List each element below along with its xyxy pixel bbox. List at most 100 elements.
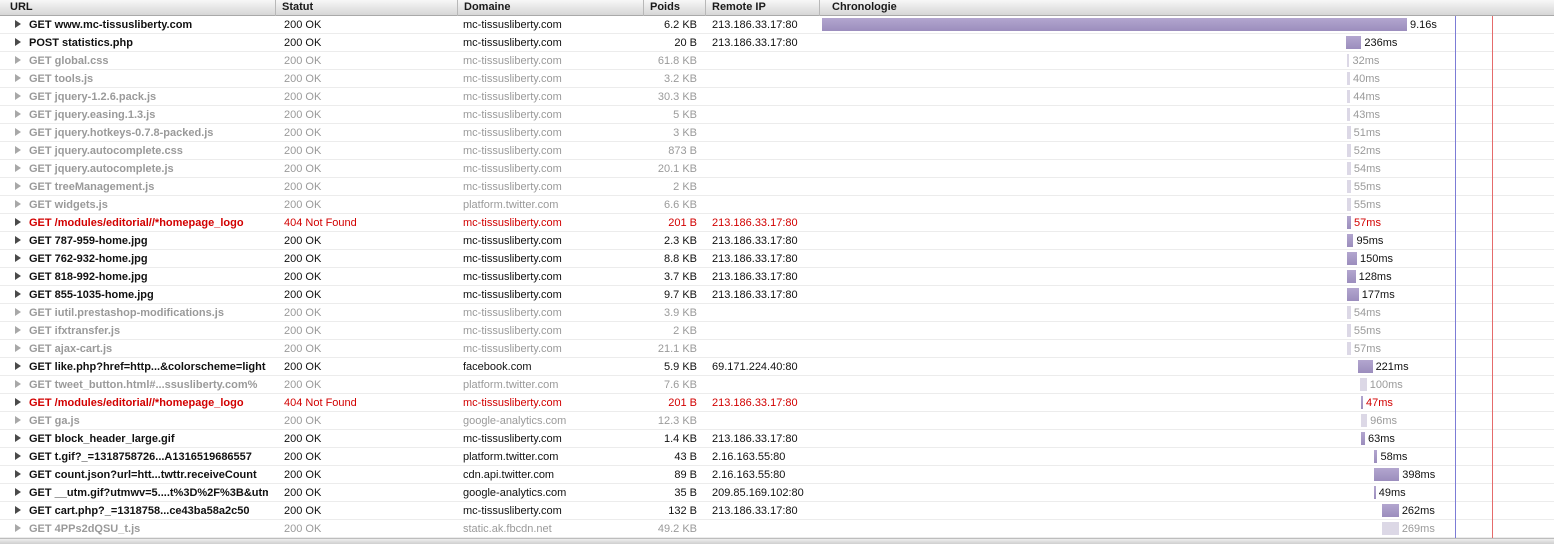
request-url[interactable]: GET 855-1035-home.jpg: [0, 286, 268, 303]
column-header-url[interactable]: URL: [0, 0, 276, 16]
request-url[interactable]: GET ga.js: [0, 412, 268, 429]
disclosure-triangle-icon[interactable]: [15, 164, 21, 172]
request-row[interactable]: GET ga.js 200 OK google-analytics.com 12.3 …: [0, 412, 1554, 430]
timeline-bar: [1347, 108, 1351, 121]
request-size: 201 B: [668, 217, 697, 229]
request-row[interactable]: GET 4PPs2dQSU_t.js 200 OK static.ak.fbcdn.…: [0, 520, 1554, 538]
request-row[interactable]: GET www.mc-tissusliberty.com 200 OK mc-tis…: [0, 16, 1554, 34]
disclosure-triangle-icon[interactable]: [15, 380, 21, 388]
request-row[interactable]: GET global.css 200 OK mc-tissusliberty.com…: [0, 52, 1554, 70]
request-row[interactable]: GET tweet_button.html#...ssusliberty.com…: [0, 376, 1554, 394]
disclosure-triangle-icon[interactable]: [15, 218, 21, 226]
disclosure-triangle-icon[interactable]: [15, 182, 21, 190]
request-url[interactable]: GET treeManagement.js: [0, 178, 268, 195]
disclosure-triangle-icon[interactable]: [15, 146, 21, 154]
request-row[interactable]: GET t.gif?_=1318758726...A1316519686557 2…: [0, 448, 1554, 466]
disclosure-triangle-icon[interactable]: [15, 38, 21, 46]
disclosure-triangle-icon[interactable]: [15, 488, 21, 496]
disclosure-triangle-icon[interactable]: [15, 308, 21, 316]
disclosure-triangle-icon[interactable]: [15, 272, 21, 280]
request-url[interactable]: GET ifxtransfer.js: [0, 322, 268, 339]
disclosure-triangle-icon[interactable]: [15, 92, 21, 100]
disclosure-triangle-icon[interactable]: [15, 110, 21, 118]
request-row[interactable]: GET iutil.prestashop-modifications.js 200…: [0, 304, 1554, 322]
column-header-size[interactable]: Poids: [644, 0, 706, 16]
column-header-status[interactable]: Statut: [276, 0, 458, 16]
request-row[interactable]: GET ajax-cart.js 200 OK mc-tissusliberty.c…: [0, 340, 1554, 358]
request-url[interactable]: GET jquery.hotkeys-0.7.8-packed.js: [0, 124, 268, 141]
request-url[interactable]: GET cart.php?_=1318758...ce43ba58a2c50: [0, 502, 268, 519]
request-url[interactable]: GET /modules/editorial//*homepage_logo: [0, 394, 268, 411]
request-url[interactable]: GET t.gif?_=1318758726...A1316519686557: [0, 448, 268, 465]
column-header-timeline[interactable]: Chronologie: [820, 0, 1554, 16]
request-url[interactable]: GET jquery.autocomplete.js: [0, 160, 268, 177]
request-row[interactable]: GET block_header_large.gif 200 OK mc-tissu…: [0, 430, 1554, 448]
bottom-scrollbar[interactable]: [0, 538, 1554, 544]
request-url[interactable]: GET 818-992-home.jpg: [0, 268, 268, 285]
request-row[interactable]: GET 855-1035-home.jpg 200 OK mc-tissuslibe…: [0, 286, 1554, 304]
disclosure-triangle-icon[interactable]: [15, 74, 21, 82]
request-row[interactable]: GET jquery-1.2.6.pack.js 200 OK mc-tissusl…: [0, 88, 1554, 106]
request-url[interactable]: GET count.json?url=htt...twttr.receiveCo…: [0, 466, 268, 483]
disclosure-triangle-icon[interactable]: [15, 434, 21, 442]
disclosure-triangle-icon[interactable]: [15, 56, 21, 64]
disclosure-triangle-icon[interactable]: [15, 236, 21, 244]
request-row[interactable]: GET jquery.hotkeys-0.7.8-packed.js 200 OK…: [0, 124, 1554, 142]
column-header-domain[interactable]: Domaine: [458, 0, 644, 16]
request-url[interactable]: GET like.php?href=http...&colorscheme=li…: [0, 358, 268, 375]
request-row[interactable]: GET widgets.js 200 OK platform.twitter.com…: [0, 196, 1554, 214]
disclosure-triangle-icon[interactable]: [15, 362, 21, 370]
request-row[interactable]: GET __utm.gif?utmwv=5....t%3D%2F%3B&utmu…: [0, 484, 1554, 502]
request-row[interactable]: GET jquery.easing.1.3.js 200 OK mc-tissusl…: [0, 106, 1554, 124]
request-url[interactable]: GET tools.js: [0, 70, 268, 87]
request-row[interactable]: GET /modules/editorial//*homepage_logo 40…: [0, 394, 1554, 412]
request-url[interactable]: GET ajax-cart.js: [0, 340, 268, 357]
disclosure-triangle-icon[interactable]: [15, 20, 21, 28]
request-row[interactable]: GET 818-992-home.jpg 200 OK mc-tissusliber…: [0, 268, 1554, 286]
request-url[interactable]: GET global.css: [0, 52, 268, 69]
request-url[interactable]: GET jquery.easing.1.3.js: [0, 106, 268, 123]
disclosure-triangle-icon[interactable]: [15, 254, 21, 262]
disclosure-triangle-icon[interactable]: [15, 470, 21, 478]
request-url[interactable]: GET jquery.autocomplete.css: [0, 142, 268, 159]
request-row[interactable]: GET jquery.autocomplete.js 200 OK mc-tissu…: [0, 160, 1554, 178]
request-row[interactable]: GET treeManagement.js 200 OK mc-tissuslibe…: [0, 178, 1554, 196]
disclosure-triangle-icon[interactable]: [15, 506, 21, 514]
disclosure-triangle-icon[interactable]: [15, 416, 21, 424]
disclosure-triangle-icon[interactable]: [15, 200, 21, 208]
column-header-remote-ip[interactable]: Remote IP: [706, 0, 820, 16]
request-row[interactable]: GET 787-959-home.jpg 200 OK mc-tissusliber…: [0, 232, 1554, 250]
request-row[interactable]: GET cart.php?_=1318758...ce43ba58a2c50 20…: [0, 502, 1554, 520]
disclosure-triangle-icon[interactable]: [15, 398, 21, 406]
disclosure-triangle-icon[interactable]: [15, 344, 21, 352]
timeline-duration: 51ms: [1353, 127, 1381, 139]
request-row[interactable]: GET like.php?href=http...&colorscheme=li…: [0, 358, 1554, 376]
request-url[interactable]: GET 787-959-home.jpg: [0, 232, 268, 249]
request-domain: mc-tissusliberty.com: [463, 91, 562, 103]
request-domain: mc-tissusliberty.com: [463, 109, 562, 121]
disclosure-triangle-icon[interactable]: [15, 524, 21, 532]
request-url[interactable]: GET www.mc-tissusliberty.com: [0, 16, 268, 33]
request-row[interactable]: GET count.json?url=htt...twttr.receiveCo…: [0, 466, 1554, 484]
request-url[interactable]: GET widgets.js: [0, 196, 268, 213]
request-row[interactable]: GET /modules/editorial//*homepage_logo 40…: [0, 214, 1554, 232]
request-row[interactable]: GET jquery.autocomplete.css 200 OK mc-tiss…: [0, 142, 1554, 160]
request-url[interactable]: POST statistics.php: [0, 34, 268, 51]
request-url[interactable]: GET 4PPs2dQSU_t.js: [0, 520, 268, 537]
disclosure-triangle-icon[interactable]: [15, 290, 21, 298]
disclosure-triangle-icon[interactable]: [15, 128, 21, 136]
request-row[interactable]: GET ifxtransfer.js 200 OK mc-tissusliberty…: [0, 322, 1554, 340]
request-url[interactable]: GET iutil.prestashop-modifications.js: [0, 304, 268, 321]
request-url[interactable]: GET __utm.gif?utmwv=5....t%3D%2F%3B&utmu: [0, 484, 268, 501]
request-url[interactable]: GET jquery-1.2.6.pack.js: [0, 88, 268, 105]
request-domain: mc-tissusliberty.com: [463, 307, 562, 319]
request-url[interactable]: GET /modules/editorial//*homepage_logo: [0, 214, 268, 231]
request-row[interactable]: GET 762-932-home.jpg 200 OK mc-tissusliber…: [0, 250, 1554, 268]
request-url[interactable]: GET block_header_large.gif: [0, 430, 268, 447]
request-url[interactable]: GET tweet_button.html#...ssusliberty.com…: [0, 376, 268, 393]
disclosure-triangle-icon[interactable]: [15, 452, 21, 460]
disclosure-triangle-icon[interactable]: [15, 326, 21, 334]
request-row[interactable]: POST statistics.php 200 OK mc-tissuslibert…: [0, 34, 1554, 52]
request-row[interactable]: GET tools.js 200 OK mc-tissusliberty.com 3.…: [0, 70, 1554, 88]
request-url[interactable]: GET 762-932-home.jpg: [0, 250, 268, 267]
